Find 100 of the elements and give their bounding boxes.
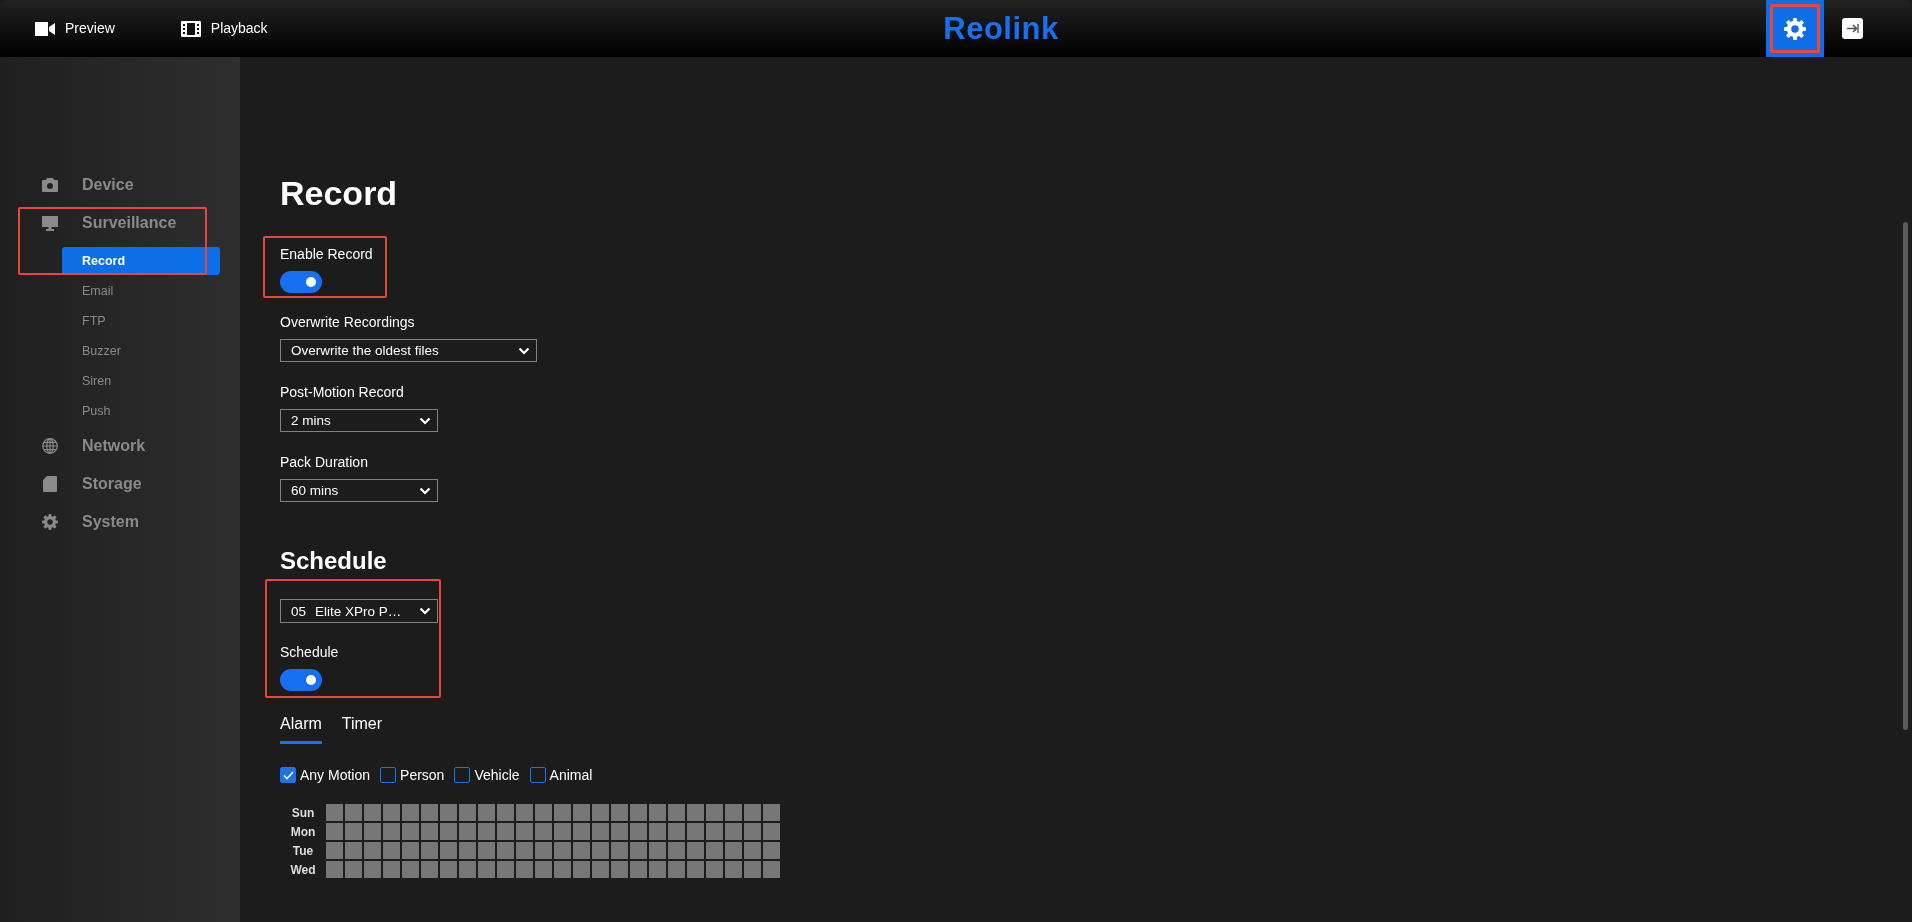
sidebar-item[interactable]: Surveillance xyxy=(0,204,240,242)
checkbox[interactable] xyxy=(454,767,471,783)
schedule-cell[interactable] xyxy=(459,823,476,840)
schedule-cell[interactable] xyxy=(516,842,533,859)
schedule-cell[interactable] xyxy=(364,861,381,878)
schedule-cell[interactable] xyxy=(763,842,780,859)
schedule-cell[interactable] xyxy=(630,842,647,859)
schedule-cell[interactable] xyxy=(440,861,457,878)
schedule-cell[interactable] xyxy=(592,842,609,859)
channel-dropdown[interactable]: 05 Elite XPro P… xyxy=(280,599,438,623)
toggle-switch[interactable] xyxy=(280,271,322,293)
schedule-cell[interactable] xyxy=(744,823,761,840)
nav-link[interactable]: Playback xyxy=(180,20,268,37)
schedule-cell[interactable] xyxy=(383,861,400,878)
schedule-cell[interactable] xyxy=(326,842,343,859)
schedule-cell[interactable] xyxy=(497,842,514,859)
checkbox[interactable] xyxy=(380,767,397,783)
schedule-cell[interactable] xyxy=(345,842,362,859)
checkbox[interactable] xyxy=(529,767,546,783)
schedule-cell[interactable] xyxy=(383,804,400,821)
schedule-cell[interactable] xyxy=(554,861,571,878)
schedule-cell[interactable] xyxy=(725,861,742,878)
schedule-cell[interactable] xyxy=(744,861,761,878)
schedule-cell[interactable] xyxy=(402,842,419,859)
schedule-cell[interactable] xyxy=(573,823,590,840)
sidebar-subitem[interactable]: Email xyxy=(62,277,220,305)
schedule-cell[interactable] xyxy=(687,804,704,821)
schedule-cell[interactable] xyxy=(668,842,685,859)
schedule-cell[interactable] xyxy=(649,804,666,821)
schedule-cell[interactable] xyxy=(421,861,438,878)
schedule-cell[interactable] xyxy=(478,861,495,878)
tab[interactable]: Timer xyxy=(341,715,383,744)
schedule-cell[interactable] xyxy=(478,842,495,859)
schedule-cell[interactable] xyxy=(326,861,343,878)
sidebar-subitem[interactable]: FTP xyxy=(62,307,220,335)
sidebar-item[interactable]: Network xyxy=(0,427,240,465)
schedule-cell[interactable] xyxy=(345,861,362,878)
schedule-cell[interactable] xyxy=(364,804,381,821)
schedule-cell[interactable] xyxy=(687,842,704,859)
schedule-cell[interactable] xyxy=(763,804,780,821)
schedule-cell[interactable] xyxy=(516,804,533,821)
schedule-cell[interactable] xyxy=(744,842,761,859)
nav-link[interactable]: Preview xyxy=(35,20,115,37)
tab[interactable]: Alarm xyxy=(280,715,322,744)
schedule-cell[interactable] xyxy=(440,804,457,821)
settings-button[interactable] xyxy=(1766,0,1824,57)
schedule-cell[interactable] xyxy=(535,861,552,878)
schedule-cell[interactable] xyxy=(345,823,362,840)
schedule-cell[interactable] xyxy=(744,804,761,821)
schedule-cell[interactable] xyxy=(763,823,780,840)
schedule-cell[interactable] xyxy=(630,804,647,821)
schedule-cell[interactable] xyxy=(592,823,609,840)
schedule-cell[interactable] xyxy=(364,842,381,859)
sidebar-subitem[interactable]: Record xyxy=(62,247,220,275)
sidebar-subitem[interactable]: Buzzer xyxy=(62,337,220,365)
schedule-cell[interactable] xyxy=(516,861,533,878)
schedule-cell[interactable] xyxy=(668,804,685,821)
schedule-cell[interactable] xyxy=(630,861,647,878)
schedule-cell[interactable] xyxy=(706,842,723,859)
schedule-cell[interactable] xyxy=(592,804,609,821)
schedule-cell[interactable] xyxy=(573,842,590,859)
schedule-cell[interactable] xyxy=(497,861,514,878)
schedule-cell[interactable] xyxy=(554,804,571,821)
schedule-cell[interactable] xyxy=(763,861,780,878)
schedule-cell[interactable] xyxy=(592,861,609,878)
schedule-cell[interactable] xyxy=(706,823,723,840)
schedule-cell[interactable] xyxy=(402,861,419,878)
scrollbar-thumb[interactable] xyxy=(1903,222,1908,730)
schedule-cell[interactable] xyxy=(421,823,438,840)
schedule-cell[interactable] xyxy=(459,842,476,859)
schedule-cell[interactable] xyxy=(402,823,419,840)
sidebar-subitem[interactable]: Siren xyxy=(62,367,220,395)
schedule-cell[interactable] xyxy=(725,842,742,859)
schedule-cell[interactable] xyxy=(421,804,438,821)
schedule-cell[interactable] xyxy=(326,823,343,840)
schedule-cell[interactable] xyxy=(326,804,343,821)
dropdown[interactable]: Overwrite the oldest files xyxy=(280,339,537,362)
schedule-cell[interactable] xyxy=(459,861,476,878)
sidebar-item[interactable]: Storage xyxy=(0,465,240,503)
sidebar-subitem[interactable]: Push xyxy=(62,397,220,425)
schedule-cell[interactable] xyxy=(554,842,571,859)
schedule-cell[interactable] xyxy=(687,861,704,878)
schedule-cell[interactable] xyxy=(440,842,457,859)
schedule-cell[interactable] xyxy=(630,823,647,840)
schedule-cell[interactable] xyxy=(440,823,457,840)
schedule-cell[interactable] xyxy=(649,842,666,859)
schedule-cell[interactable] xyxy=(345,804,362,821)
schedule-cell[interactable] xyxy=(725,804,742,821)
checkbox[interactable] xyxy=(280,767,296,783)
toggle-switch[interactable] xyxy=(280,669,322,691)
sidebar-item[interactable]: System xyxy=(0,503,240,541)
schedule-cell[interactable] xyxy=(535,823,552,840)
dropdown[interactable]: 60 mins xyxy=(280,479,438,502)
schedule-cell[interactable] xyxy=(421,842,438,859)
schedule-cell[interactable] xyxy=(516,823,533,840)
schedule-cell[interactable] xyxy=(497,804,514,821)
schedule-cell[interactable] xyxy=(497,823,514,840)
schedule-cell[interactable] xyxy=(573,861,590,878)
schedule-cell[interactable] xyxy=(611,804,628,821)
schedule-cell[interactable] xyxy=(611,861,628,878)
